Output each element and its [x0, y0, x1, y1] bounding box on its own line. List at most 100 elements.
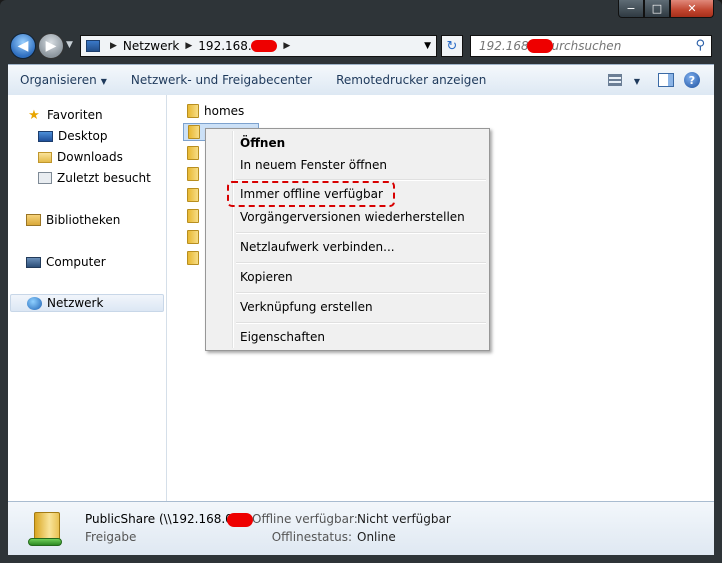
offline-available-label: Offline verfügbar: — [252, 512, 358, 526]
remote-printers-button[interactable]: Remotedrucker anzeigen — [324, 73, 498, 87]
menu-item-restore-versions[interactable]: Vorgängerversionen wiederherstellen — [240, 208, 465, 226]
menu-item-open[interactable]: Öffnen — [240, 134, 285, 152]
annotation-highlight — [227, 181, 395, 207]
nav-label: Zuletzt besucht — [57, 171, 151, 185]
nav-downloads[interactable]: Downloads — [38, 148, 123, 166]
network-pipe-shape — [28, 538, 62, 546]
offline-status-label: Offlinestatus: — [271, 530, 352, 544]
list-item[interactable] — [187, 186, 204, 204]
star-icon: ★ — [28, 107, 40, 123]
chevron-down-icon: ▼ — [633, 77, 640, 86]
view-controls: ▼ ? — [607, 72, 714, 88]
details-item-name: PublicShare (\\192.168.0 — [85, 512, 253, 527]
help-icon[interactable]: ? — [684, 72, 700, 88]
preview-pane-icon[interactable] — [658, 73, 674, 87]
menu-item-properties[interactable]: Eigenschaften — [240, 328, 325, 346]
context-menu: Öffnen In neuem Fenster öffnen Immer off… — [205, 128, 490, 351]
organize-button[interactable]: Organisieren ▼ — [8, 73, 119, 87]
explorer-window: − □ ✕ ◀ ▶ ▼ ▶ Netzwerk ▶ 192.168.0 ▶ ▼ ↻… — [0, 0, 722, 563]
shared-folder-icon — [187, 104, 199, 118]
menu-separator — [236, 262, 486, 264]
shared-folder-icon — [188, 125, 200, 139]
redaction-mark — [527, 39, 553, 53]
address-dropdown-icon[interactable]: ▼ — [424, 41, 431, 51]
nav-label: Bibliotheken — [46, 213, 121, 227]
breadcrumb-separator-icon[interactable]: ▶ — [283, 41, 290, 51]
details-pane: PublicShare (\\192.168.0 Freigabe Offlin… — [8, 501, 714, 555]
shared-folder-icon — [187, 188, 199, 202]
caption-buttons: − □ ✕ — [618, 0, 714, 20]
redaction-mark — [251, 40, 278, 52]
nav-computer[interactable]: Computer — [26, 253, 106, 271]
recent-places-icon — [38, 172, 52, 184]
network-center-button[interactable]: Netzwerk- und Freigabecenter — [119, 73, 324, 87]
file-label: homes — [204, 104, 245, 118]
nav-recent[interactable]: Zuletzt besucht — [38, 169, 151, 187]
nav-label: Netzwerk — [47, 296, 104, 310]
menu-item-map-drive[interactable]: Netzlaufwerk verbinden... — [240, 238, 395, 256]
network-icon — [86, 40, 100, 52]
menu-item-create-shortcut[interactable]: Verknüpfung erstellen — [240, 298, 373, 316]
nav-favorites[interactable]: ★ Favoriten — [26, 106, 103, 124]
menu-separator — [236, 322, 486, 324]
search-input[interactable] — [471, 38, 681, 54]
breadcrumb-separator-icon[interactable]: ▶ — [110, 41, 117, 51]
desktop-icon — [38, 130, 53, 142]
address-bar[interactable]: ▶ Netzwerk ▶ 192.168.0 ▶ ▼ — [80, 35, 437, 57]
offline-available-value: Nicht verfügbar — [357, 512, 451, 526]
list-item[interactable] — [187, 249, 204, 267]
arrow-left-icon: ◀ — [17, 38, 29, 54]
nav-network[interactable]: Netzwerk — [10, 294, 164, 312]
navigation-pane: ★ Favoriten Desktop Downloads Zuletzt bes… — [8, 95, 167, 501]
forward-button[interactable]: ▶ — [38, 33, 64, 59]
maximize-button[interactable]: □ — [644, 0, 670, 18]
breadcrumb-host[interactable]: 192.168.0 — [198, 39, 259, 53]
arrow-right-icon: ▶ — [45, 38, 57, 54]
title-bar: − □ ✕ — [0, 0, 722, 30]
back-button[interactable]: ◀ — [10, 33, 36, 59]
list-item[interactable] — [187, 228, 204, 246]
list-item[interactable] — [187, 165, 204, 183]
breadcrumb-separator-icon[interactable]: ▶ — [185, 41, 192, 51]
nav-label: Favoriten — [47, 108, 103, 122]
list-item-homes[interactable]: homes — [187, 102, 244, 120]
redaction-mark — [226, 512, 253, 527]
close-button[interactable]: ✕ — [670, 0, 714, 18]
menu-separator — [236, 292, 486, 294]
nav-desktop[interactable]: Desktop — [38, 127, 108, 145]
minimize-button[interactable]: − — [618, 0, 644, 18]
details-name-text: PublicShare (\\192.168.0 — [85, 512, 233, 526]
network-globe-icon — [27, 296, 42, 310]
nav-label: Desktop — [58, 129, 108, 143]
breadcrumb-network[interactable]: Netzwerk — [123, 39, 179, 53]
recent-pages-dropdown[interactable]: ▼ — [66, 40, 73, 50]
computer-icon — [26, 256, 41, 268]
command-bar: Organisieren ▼ Netzwerk- und Freigabecent… — [8, 64, 714, 95]
shared-folder-icon — [187, 167, 199, 181]
list-item[interactable] — [187, 207, 204, 225]
shared-folder-icon — [187, 251, 199, 265]
shared-folder-icon — [187, 146, 199, 160]
libraries-icon — [26, 214, 41, 226]
nav-label: Downloads — [57, 150, 123, 164]
menu-item-copy[interactable]: Kopieren — [240, 268, 293, 286]
menu-item-open-new-window[interactable]: In neuem Fenster öffnen — [240, 156, 387, 174]
nav-label: Computer — [46, 255, 106, 269]
details-item-type: Freigabe — [85, 530, 137, 544]
offline-status-value: Online — [357, 530, 396, 544]
menu-separator — [236, 232, 486, 234]
search-icon[interactable]: ⚲ — [695, 38, 705, 53]
organize-label: Organisieren — [20, 73, 97, 87]
shared-folder-icon — [187, 209, 199, 223]
nav-libraries[interactable]: Bibliotheken — [26, 211, 120, 229]
downloads-folder-icon — [38, 151, 52, 163]
chevron-down-icon: ▼ — [100, 77, 107, 86]
refresh-button[interactable]: ↻ — [441, 35, 463, 57]
view-options-icon[interactable] — [607, 74, 622, 86]
view-dropdown[interactable]: ▼ — [628, 73, 642, 87]
shared-folder-large-icon — [26, 508, 66, 548]
refresh-icon: ↻ — [446, 38, 458, 54]
search-box[interactable]: ⚲ — [470, 35, 712, 57]
shared-folder-icon — [187, 230, 199, 244]
list-item[interactable] — [187, 144, 204, 162]
